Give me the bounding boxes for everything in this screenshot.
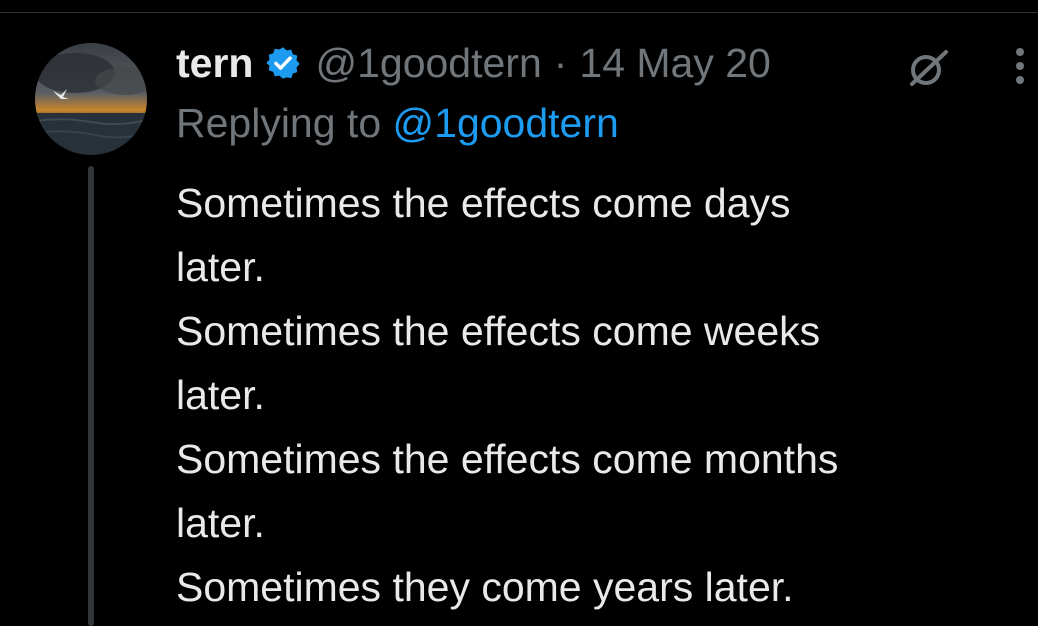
replying-to: Replying to @1goodtern [176,100,619,147]
tweet-text-line: Sometimes they come years later. [176,564,794,610]
tweet-date[interactable]: 14 May 20 [579,40,770,87]
avatar-image [35,43,147,155]
author-handle[interactable]: @1goodtern [315,40,541,87]
tweet-text-line: Sometimes the effects come months [176,436,839,482]
tweet-text-line: later. [176,372,265,418]
tweet-text-line: Sometimes the effects come days [176,180,791,226]
tweet-header: tern @1goodtern · 14 May 20 [176,38,771,88]
thread-connector-line [88,166,94,626]
more-vertical-icon[interactable] [1010,42,1030,92]
tweet-text-line: later. [176,244,265,290]
avatar[interactable] [35,43,147,155]
tweet-text-line: later. [176,500,265,546]
tweet-text: Sometimes the effects come days later. S… [176,171,1016,619]
replying-to-handle-link[interactable]: @1goodtern [393,100,619,146]
tweet-text-line: Sometimes the effects come weeks [176,308,821,354]
replying-to-label: Replying to [176,100,382,146]
grok-icon[interactable] [904,44,952,92]
header-separator: · [553,39,568,86]
top-divider [0,12,1038,13]
author-name[interactable]: tern [176,40,253,87]
verified-badge-icon [265,45,301,81]
